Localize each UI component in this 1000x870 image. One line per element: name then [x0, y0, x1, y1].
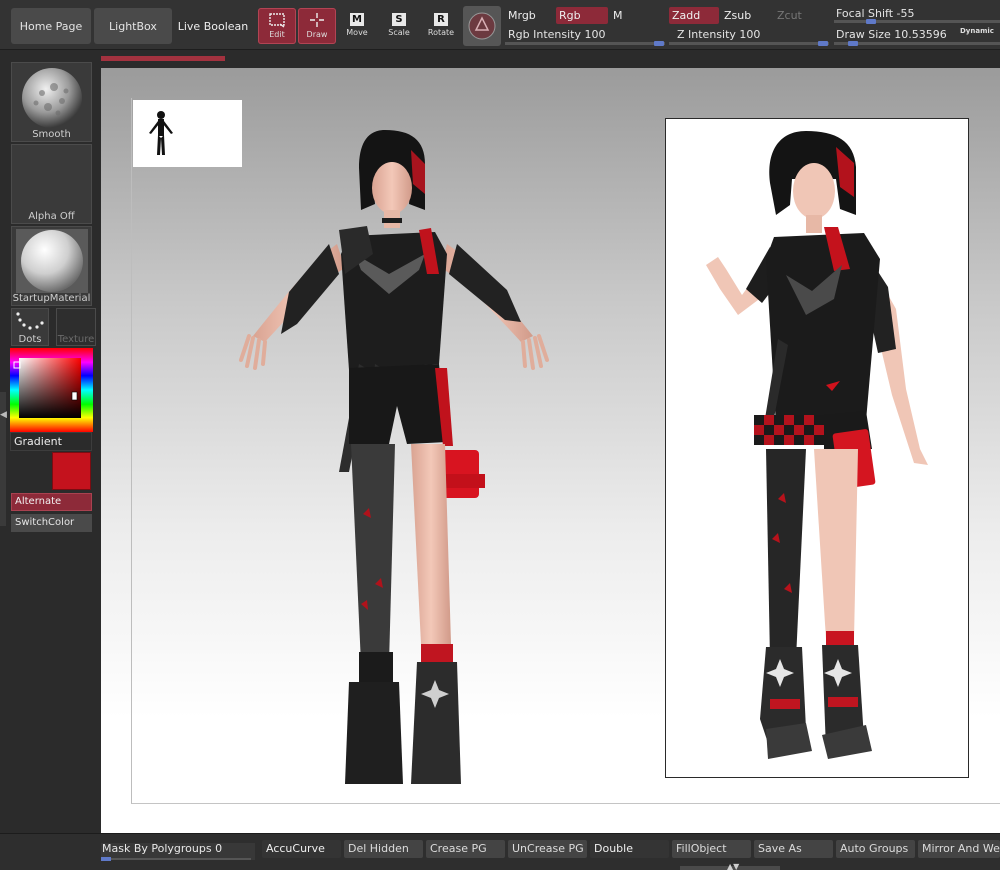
- live-boolean-button[interactable]: Live Boolean: [174, 8, 252, 44]
- texture-selector[interactable]: Texture: [56, 308, 96, 346]
- stroke-selector[interactable]: Dots: [11, 308, 49, 346]
- edit-label: Edit: [269, 30, 285, 39]
- dynamic-toggle[interactable]: Dynamic: [960, 27, 994, 35]
- double-button[interactable]: Double: [590, 840, 669, 858]
- rotate-button[interactable]: R Rotate: [422, 8, 460, 44]
- switchcolor-button[interactable]: SwitchColor: [11, 514, 92, 532]
- focal-shift-knob[interactable]: [866, 19, 876, 24]
- alternate-button[interactable]: Alternate: [11, 493, 92, 511]
- texture-label: Texture: [57, 334, 95, 345]
- rotate-label: Rotate: [427, 28, 455, 37]
- reference-illustration: [706, 131, 928, 759]
- canvas-viewport[interactable]: [101, 68, 1000, 833]
- edit-button[interactable]: Edit: [258, 8, 296, 44]
- draw-crosshair-icon: [310, 13, 324, 27]
- zadd-toggle[interactable]: Zadd: [669, 7, 719, 24]
- z-intensity-knob[interactable]: [818, 41, 828, 46]
- draw-label: Draw: [306, 30, 328, 39]
- chevron-left-icon[interactable]: ◀: [0, 410, 7, 420]
- zbrush-window: Home Page LightBox Live Boolean Edit Dra…: [0, 0, 1000, 870]
- main-color-swatch[interactable]: [52, 452, 91, 490]
- draw-size-label: Draw Size 10.53596: [836, 28, 947, 41]
- fillobject-button[interactable]: FillObject: [672, 840, 751, 858]
- draw-button[interactable]: Draw: [298, 8, 336, 44]
- crease-pg-button[interactable]: Crease PG: [426, 840, 505, 858]
- material-label: StartupMaterial: [12, 293, 91, 304]
- m-toggle[interactable]: M: [610, 7, 632, 24]
- top-shelf: Home Page LightBox Live Boolean Edit Dra…: [0, 0, 1000, 50]
- alpha-label: Alpha Off: [28, 211, 75, 222]
- dots-stroke-icon: [16, 312, 44, 330]
- brush-label: Smooth: [32, 129, 71, 140]
- z-intensity-label: Z Intensity 100: [677, 28, 761, 41]
- sculpt-model[interactable]: [189, 124, 649, 804]
- move-button[interactable]: M Move: [338, 8, 376, 44]
- smooth-brush-icon: [22, 68, 82, 128]
- zsub-toggle[interactable]: Zsub: [721, 7, 769, 24]
- edit-icon: [269, 13, 285, 28]
- del-hidden-button[interactable]: Del Hidden: [344, 840, 423, 858]
- uncrease-pg-button[interactable]: UnCrease PG: [508, 840, 587, 858]
- alpha-selector[interactable]: Alpha Off: [11, 144, 92, 224]
- reference-image-panel[interactable]: [665, 118, 969, 778]
- z-intensity-slider[interactable]: [669, 42, 829, 45]
- progress-indicator: [101, 56, 225, 61]
- accucurve-button[interactable]: AccuCurve: [262, 840, 341, 858]
- scale-key-icon: S: [392, 13, 406, 26]
- material-selector[interactable]: StartupMaterial: [11, 226, 92, 306]
- focal-shift-slider[interactable]: [834, 20, 1000, 23]
- save-as-button[interactable]: Save As: [754, 840, 833, 858]
- material-preview-icon: [16, 229, 88, 293]
- mask-by-polygroups-label: Mask By Polygroups 0: [102, 842, 223, 855]
- rgb-intensity-label: Rgb Intensity 100: [508, 28, 606, 41]
- gradient-label: Gradient: [14, 435, 62, 448]
- zcut-toggle[interactable]: Zcut: [774, 7, 814, 24]
- rgb-toggle[interactable]: Rgb: [556, 7, 608, 24]
- mask-slider-knob[interactable]: [101, 857, 111, 861]
- scale-button[interactable]: S Scale: [380, 8, 418, 44]
- stroke-label: Dots: [18, 334, 42, 345]
- lightbox-button[interactable]: LightBox: [94, 8, 172, 44]
- mask-slider-track[interactable]: [101, 858, 251, 860]
- scale-label: Scale: [388, 28, 410, 37]
- move-key-icon: M: [350, 13, 364, 26]
- material-button[interactable]: [463, 6, 501, 46]
- home-page-button[interactable]: Home Page: [11, 8, 91, 44]
- rgb-intensity-knob[interactable]: [654, 41, 664, 46]
- mrgb-toggle[interactable]: Mrgb: [505, 7, 553, 24]
- color-picker[interactable]: [10, 348, 93, 432]
- rotate-key-icon: R: [434, 13, 448, 26]
- rgb-intensity-slider[interactable]: [505, 42, 665, 45]
- draw-size-knob[interactable]: [848, 41, 858, 46]
- material-sphere-icon: [468, 12, 496, 40]
- move-label: Move: [346, 28, 368, 37]
- auto-groups-button[interactable]: Auto Groups: [836, 840, 915, 858]
- brush-selector[interactable]: Smooth: [11, 62, 92, 142]
- draw-size-slider[interactable]: [834, 42, 1000, 45]
- left-shelf: Smooth Alpha Off StartupMaterial Dots Te…: [0, 52, 100, 870]
- mirror-and-weld-button[interactable]: Mirror And Weld: [918, 840, 1000, 858]
- chevron-up-icon[interactable]: ▲▼: [727, 862, 747, 870]
